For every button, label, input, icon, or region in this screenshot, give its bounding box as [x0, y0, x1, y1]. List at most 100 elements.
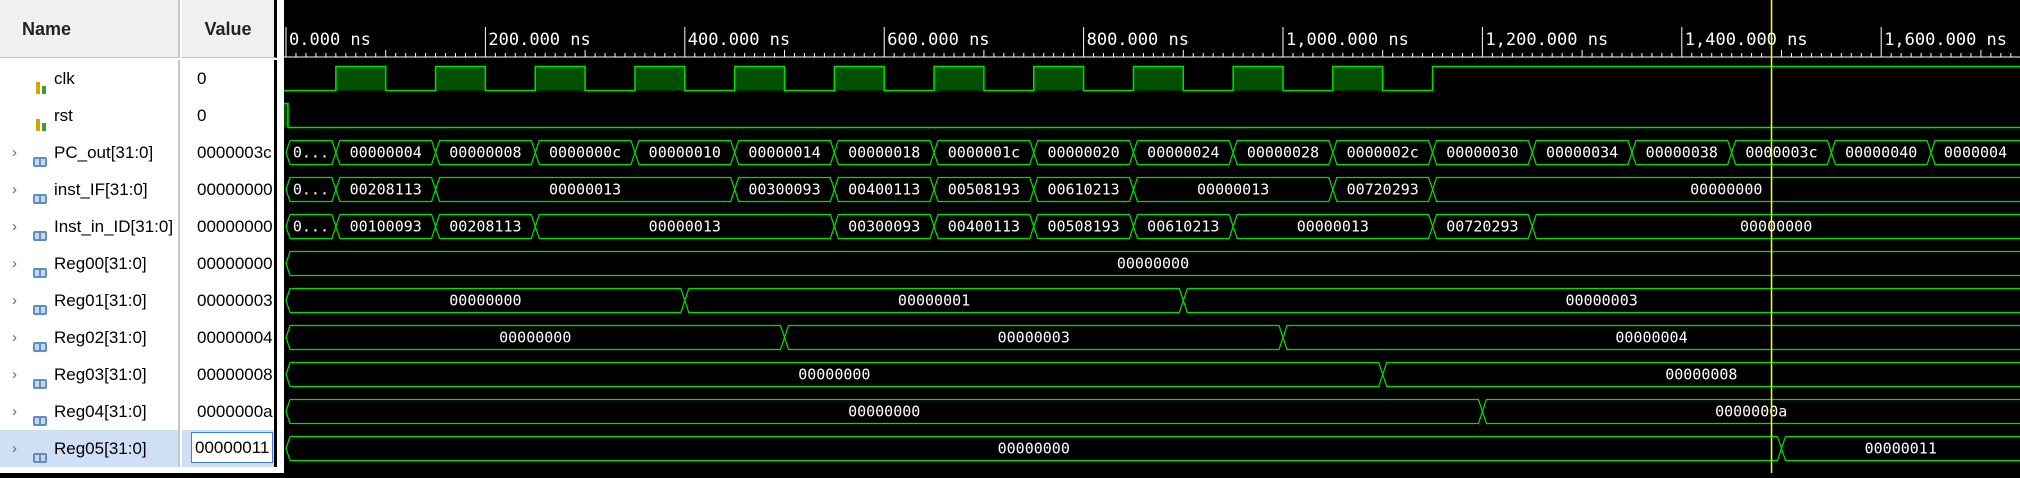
waveform-reg04[interactable]: 00000000 0000000a [286, 400, 2020, 424]
signal-row-reg01[interactable]: ›Reg01[31:0] [0, 282, 180, 319]
bus-value-label: 00000000 [798, 366, 870, 384]
time-ruler[interactable]: 0.000 ns200.000 ns400.000 ns600.000 ns80… [284, 27, 2020, 57]
expand-chevron-icon[interactable]: › [12, 134, 17, 171]
bus-value-label: 00508193 [1047, 218, 1119, 236]
waveform-inst-in-id[interactable]: 0...001000930020811300000013003000930040… [286, 215, 2020, 239]
bus-value-label: 00400113 [948, 218, 1020, 236]
waveform-reg03[interactable]: 0000000000000008 [286, 363, 2020, 387]
signal-name: clk [54, 60, 75, 97]
signal-row-clk[interactable]: clk [0, 60, 180, 97]
value-column-header[interactable]: Value [182, 0, 277, 58]
clock-high-fill [1233, 67, 1283, 91]
bus-value-label: 0000004 [1944, 144, 2007, 162]
bus-value-label: 00000004 [1615, 329, 1687, 347]
signal-value-reg00[interactable]: 00000000 [182, 245, 277, 282]
signal-value-pc-out[interactable]: 0000003c [182, 134, 277, 171]
signal-row-pc-out[interactable]: ›PC_out[31:0] [0, 134, 180, 171]
expand-chevron-icon[interactable]: › [12, 171, 17, 208]
bus-value-label: 00000003 [998, 329, 1070, 347]
bus-value-label: 00208113 [449, 218, 521, 236]
signal-name: Inst_in_ID[31:0] [54, 208, 173, 245]
bus-value-label: 00000000 [998, 440, 1070, 458]
bus-value-label: 00000020 [1047, 144, 1119, 162]
signal-name-panel: Name clkrst›PC_out[31:0]›inst_IF[31:0]›I… [0, 0, 182, 473]
bus-value-label: 00610213 [1147, 218, 1219, 236]
signal-name: Reg04[31:0] [54, 393, 147, 430]
signal-row-rst[interactable]: rst [0, 97, 180, 134]
clock-high-fill [336, 67, 386, 91]
signal-value-inst-if[interactable]: 00000000 [182, 171, 277, 208]
bus-value-label: 00508193 [948, 181, 1020, 199]
waveform-clk[interactable] [284, 67, 2020, 91]
waveform-rst[interactable] [284, 104, 2020, 128]
ruler-tick-label: 1,600.000 ns [1884, 30, 2007, 50]
bus-value-label: 00000010 [649, 144, 721, 162]
ruler-tick-label: 400.000 ns [688, 30, 790, 50]
signal-value-reg01[interactable]: 00000003 [182, 282, 277, 319]
signal-row-inst-in-id[interactable]: › Inst_in_ID[31:0] [0, 208, 180, 245]
clock-high-fill [1034, 67, 1084, 91]
ruler-tick-label: 600.000 ns [887, 30, 989, 50]
waveform-area[interactable]: 0.000 ns200.000 ns400.000 ns600.000 ns80… [284, 0, 2020, 473]
expand-chevron-icon[interactable]: › [12, 319, 17, 356]
waveform-inst-if[interactable]: 0...002081130000001300300093004001130050… [286, 178, 2020, 202]
bus-signal-icon [32, 182, 46, 196]
signal-value-reg05[interactable]: 00000011 [182, 430, 277, 467]
bus-value-label: 0000000a [1715, 403, 1787, 421]
bus-value-label: 00000034 [1546, 144, 1618, 162]
signal-row-reg00[interactable]: ›Reg00[31:0] [0, 245, 180, 282]
bus-signal-icon [32, 367, 46, 381]
ruler-tick-label: 1,400.000 ns [1685, 30, 1808, 50]
signal-value-reg03[interactable]: 00000008 [182, 356, 277, 393]
waveform-reg05[interactable]: 0000000000000011 [286, 437, 2020, 461]
waveform-pc-out[interactable]: 0...00000004000000080000000c000000100000… [286, 141, 2020, 165]
bus-value-label: 00300093 [848, 218, 920, 236]
ruler-tick-label: 1,000.000 ns [1286, 30, 1409, 50]
signal-value-clk[interactable]: 0 [182, 60, 277, 97]
expand-chevron-icon[interactable]: › [12, 208, 17, 245]
bus-value-label: 00000000 [848, 403, 920, 421]
expand-chevron-icon[interactable]: › [12, 430, 17, 467]
signal-row-reg02[interactable]: ›Reg02[31:0] [0, 319, 180, 356]
clock-high-fill [1133, 67, 1183, 91]
expand-chevron-icon[interactable]: › [12, 393, 17, 430]
bit-signal-icon [34, 108, 48, 122]
waveform-reg00[interactable]: 00000000 [286, 252, 2020, 276]
bus-signal-icon [32, 145, 46, 159]
clock-high-fill [934, 67, 984, 91]
bus-signal-icon [32, 441, 46, 455]
bus-value-label: 00000030 [1446, 144, 1518, 162]
bus-value-label: 0000000c [549, 144, 621, 162]
signal-value-rst[interactable]: 0 [182, 97, 277, 134]
selected-value-box[interactable]: 00000011 [191, 432, 273, 463]
bus-value-label: 0000002c [1347, 144, 1419, 162]
ruler-tick-label: 800.000 ns [1087, 30, 1189, 50]
bus-value-label: 00720293 [1446, 218, 1518, 236]
waveform-reg01[interactable]: 000000000000000100000003 [286, 289, 2020, 313]
bus-value-label: 0... [293, 218, 329, 236]
signal-value-reg04[interactable]: 0000000a [182, 393, 277, 430]
expand-chevron-icon[interactable]: › [12, 282, 17, 319]
expand-chevron-icon[interactable]: › [12, 245, 17, 282]
clock-high-fill [436, 67, 486, 91]
bus-value-label: 00400113 [848, 181, 920, 199]
bus-signal-icon [32, 330, 46, 344]
bus-value-label: 00000024 [1147, 144, 1219, 162]
bus-value-label: 0000001c [948, 144, 1020, 162]
signal-value-reg02[interactable]: 00000004 [182, 319, 277, 356]
reset-trace [284, 104, 2020, 128]
bus-value-label: 00300093 [748, 181, 820, 199]
name-column-header[interactable]: Name [0, 0, 180, 58]
signal-value-inst-in-id[interactable]: 00000000 [182, 208, 277, 245]
bus-value-label: 00000013 [649, 218, 721, 236]
bus-value-label: 00610213 [1047, 181, 1119, 199]
signal-row-reg04[interactable]: › Reg04[31:0] [0, 393, 180, 430]
signal-row-reg05[interactable]: ›Reg05[31:0] [0, 430, 180, 467]
expand-chevron-icon[interactable]: › [12, 356, 17, 393]
bus-value-label: 00000003 [1566, 292, 1638, 310]
signal-row-reg03[interactable]: ›Reg03[31:0] [0, 356, 180, 393]
signal-row-inst-if[interactable]: ›inst_IF[31:0] [0, 171, 180, 208]
bus-value-label: 00000000 [1740, 218, 1812, 236]
waveform-reg02[interactable]: 000000000000000300000004 [286, 326, 2020, 350]
bus-value-label: 0... [293, 144, 329, 162]
